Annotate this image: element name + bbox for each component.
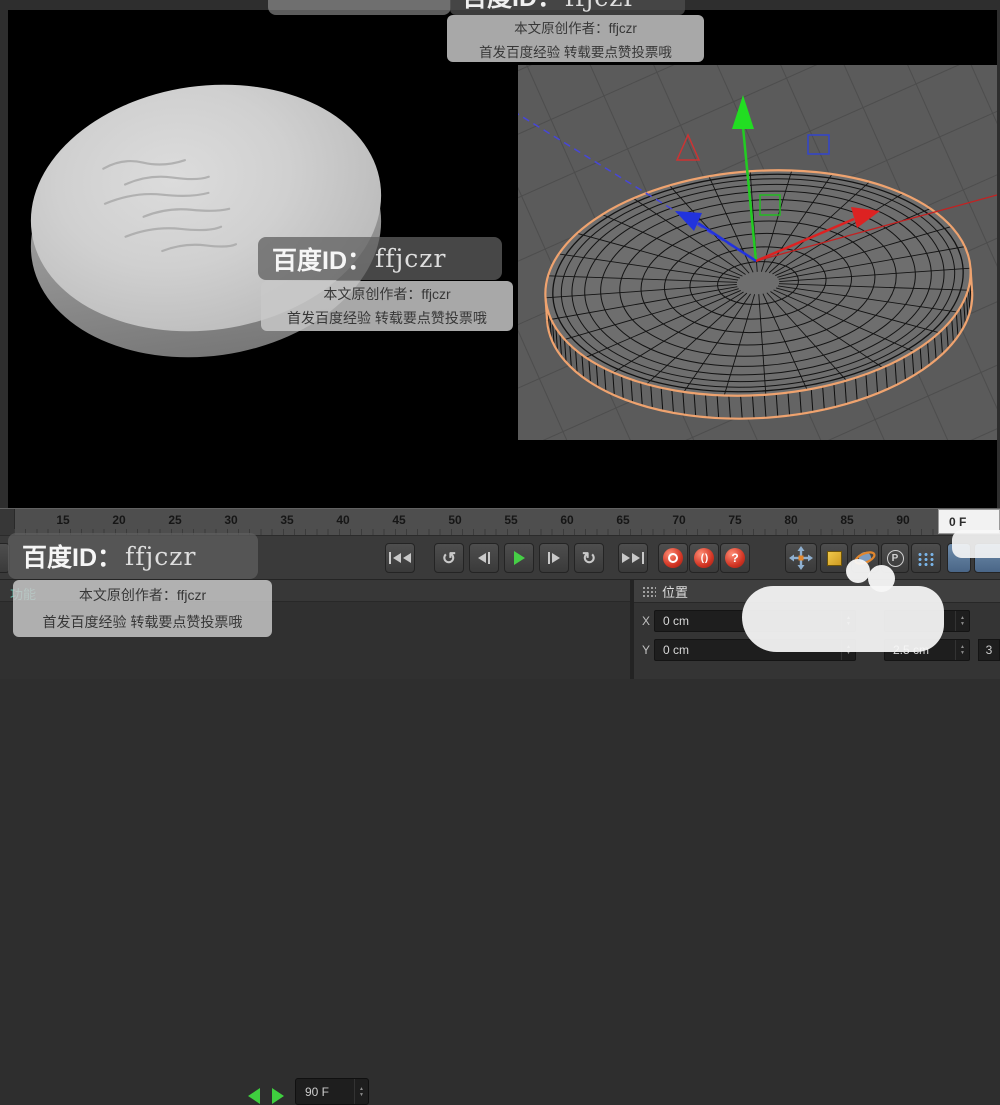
- keyframe-help-button[interactable]: ?: [720, 543, 750, 573]
- play-forwards-button[interactable]: ↻: [574, 543, 604, 573]
- record-icon: [663, 548, 683, 568]
- timeline-tick: 30: [224, 513, 238, 527]
- autokey-icon: ( ): [694, 548, 714, 568]
- watermark-author-line: 本文原创作者：ffjczr: [323, 286, 451, 302]
- timeline-tick: 45: [392, 513, 406, 527]
- watermark-lines-top: 本文原创作者：ffjczr 首发百度经验 转载要点赞投票哦: [447, 15, 704, 62]
- prev-key-arrow-icon[interactable]: [248, 1088, 260, 1104]
- bar-icon: [548, 552, 550, 564]
- y-label: Y: [641, 643, 650, 657]
- right-triangle-icon: [632, 553, 640, 563]
- timeline-tick: 85: [840, 513, 854, 527]
- watermark-blob-bump: [868, 565, 895, 592]
- watermark-author-line: 本文原创作者：ffjczr: [78, 587, 207, 603]
- watermark-footer-line: 首发百度经验 转载要点赞投票哦: [479, 44, 672, 60]
- right-triangle-icon: [622, 553, 630, 563]
- goto-end-button[interactable]: [618, 543, 648, 573]
- play-button[interactable]: [504, 543, 534, 573]
- end-frame-input[interactable]: 90 F ▲ ▼: [295, 1078, 369, 1105]
- partial-edge-value: 3: [985, 643, 993, 657]
- timeline-tick: 70: [672, 513, 686, 527]
- watermark-blob-fragment: [952, 530, 1000, 558]
- goto-start-icon: [389, 552, 391, 564]
- watermark-id-prefix: 百度ID：: [272, 246, 373, 275]
- viewport-area[interactable]: [8, 10, 997, 508]
- timeline-tick: 25: [168, 513, 182, 527]
- watermark-blob: [742, 586, 944, 652]
- y-position-value: 0 cm: [663, 643, 690, 657]
- timeline-tick: 20: [112, 513, 126, 527]
- watermark-id-user: ffjczr: [565, 0, 636, 12]
- question-icon: ?: [725, 548, 745, 568]
- watermark-lines-bottom: 本文原创作者：ffjczr 首发百度经验 转载要点赞投票哦: [13, 580, 272, 637]
- timeline-tick: 40: [336, 513, 350, 527]
- current-frame-label: 0 F: [949, 514, 967, 529]
- bar-icon: [642, 552, 644, 564]
- loop-forward-icon: ↻: [581, 548, 597, 568]
- left-triangle-icon: [478, 553, 486, 563]
- next-key-arrow-icon[interactable]: [272, 1088, 284, 1104]
- end-frame-value: 90 F: [305, 1084, 330, 1099]
- watermark-footer-line: 首发百度经验 转载要点赞投票哦: [287, 310, 487, 326]
- right-triangle-icon: [552, 553, 560, 563]
- timeline-tick: 90: [896, 513, 910, 527]
- timeline-tick: 60: [560, 513, 574, 527]
- stepper-down-icon[interactable]: ▼: [359, 1092, 364, 1098]
- goto-start-button[interactable]: [385, 543, 415, 573]
- watermark-badge-middle: 百度ID： ffjczr: [258, 237, 502, 280]
- watermark-id-user: ffjczr: [125, 541, 197, 571]
- snap-grid-icon: [916, 550, 936, 566]
- watermark-author-line: 本文原创作者：ffjczr: [514, 20, 637, 36]
- timeline-tick: 75: [728, 513, 742, 527]
- watermark-id-prefix: 百度ID：: [462, 0, 562, 12]
- scale-tool-icon: [826, 550, 842, 566]
- partial-edge-input[interactable]: 3: [978, 639, 1000, 661]
- previous-frame-button[interactable]: [469, 543, 499, 573]
- size-y-stepper[interactable]: ▲ ▼: [955, 640, 969, 660]
- watermark-lines-middle: 本文原创作者：ffjczr 首发百度经验 转载要点赞投票哦: [261, 281, 513, 331]
- left-triangle-icon: [403, 553, 411, 563]
- record-button[interactable]: [658, 543, 688, 573]
- end-frame-stepper[interactable]: ▲ ▼: [354, 1079, 368, 1104]
- timeline-ruler[interactable]: 0 F 15 20 25 30 35 40 45 50 55 60 65 70 75 80 85 90: [0, 508, 1000, 535]
- wireframe-canvas: [518, 65, 997, 440]
- watermark-blob-bump: [846, 559, 870, 583]
- x-label: X: [641, 614, 650, 628]
- snap-settings-button[interactable]: [911, 543, 941, 573]
- timeline-left-marker[interactable]: [0, 509, 15, 535]
- loop-back-icon: ↺: [441, 548, 457, 568]
- autokey-button[interactable]: ( ): [689, 543, 719, 573]
- timeline-tick: 15: [56, 513, 70, 527]
- scale-tool-button[interactable]: [820, 543, 848, 573]
- bar-icon: [488, 552, 490, 564]
- x-position-value: 0 cm: [663, 614, 690, 628]
- p-tool-icon: P: [886, 549, 904, 567]
- timeline-tick: 35: [280, 513, 294, 527]
- move-tool-button[interactable]: [785, 543, 817, 573]
- left-triangle-icon: [393, 553, 401, 563]
- timeline-tick: 50: [448, 513, 462, 527]
- coordinates-title: 位置: [662, 584, 689, 600]
- watermark-fragment: [268, 0, 451, 15]
- move-tool-icon: [789, 546, 813, 570]
- timeline-tick: 65: [616, 513, 630, 527]
- play-backwards-button[interactable]: ↺: [434, 543, 464, 573]
- watermark-badge-bottom: 百度ID： ffjczr: [8, 533, 258, 579]
- grid-dots-icon: [642, 585, 656, 597]
- timeline-tick: 80: [784, 513, 798, 527]
- watermark-id-prefix: 百度ID：: [22, 544, 123, 572]
- watermark-footer-line: 首发百度经验 转载要点赞投票哦: [42, 614, 243, 630]
- timeline-tick: 55: [504, 513, 518, 527]
- wireframe-viewport[interactable]: [518, 65, 997, 440]
- size-x-stepper[interactable]: ▲ ▼: [955, 611, 969, 631]
- play-icon: [513, 551, 525, 565]
- watermark-id-user: ffjczr: [375, 244, 447, 273]
- next-frame-button[interactable]: [539, 543, 569, 573]
- watermark-badge-top: 百度ID：ffjczr: [450, 0, 685, 15]
